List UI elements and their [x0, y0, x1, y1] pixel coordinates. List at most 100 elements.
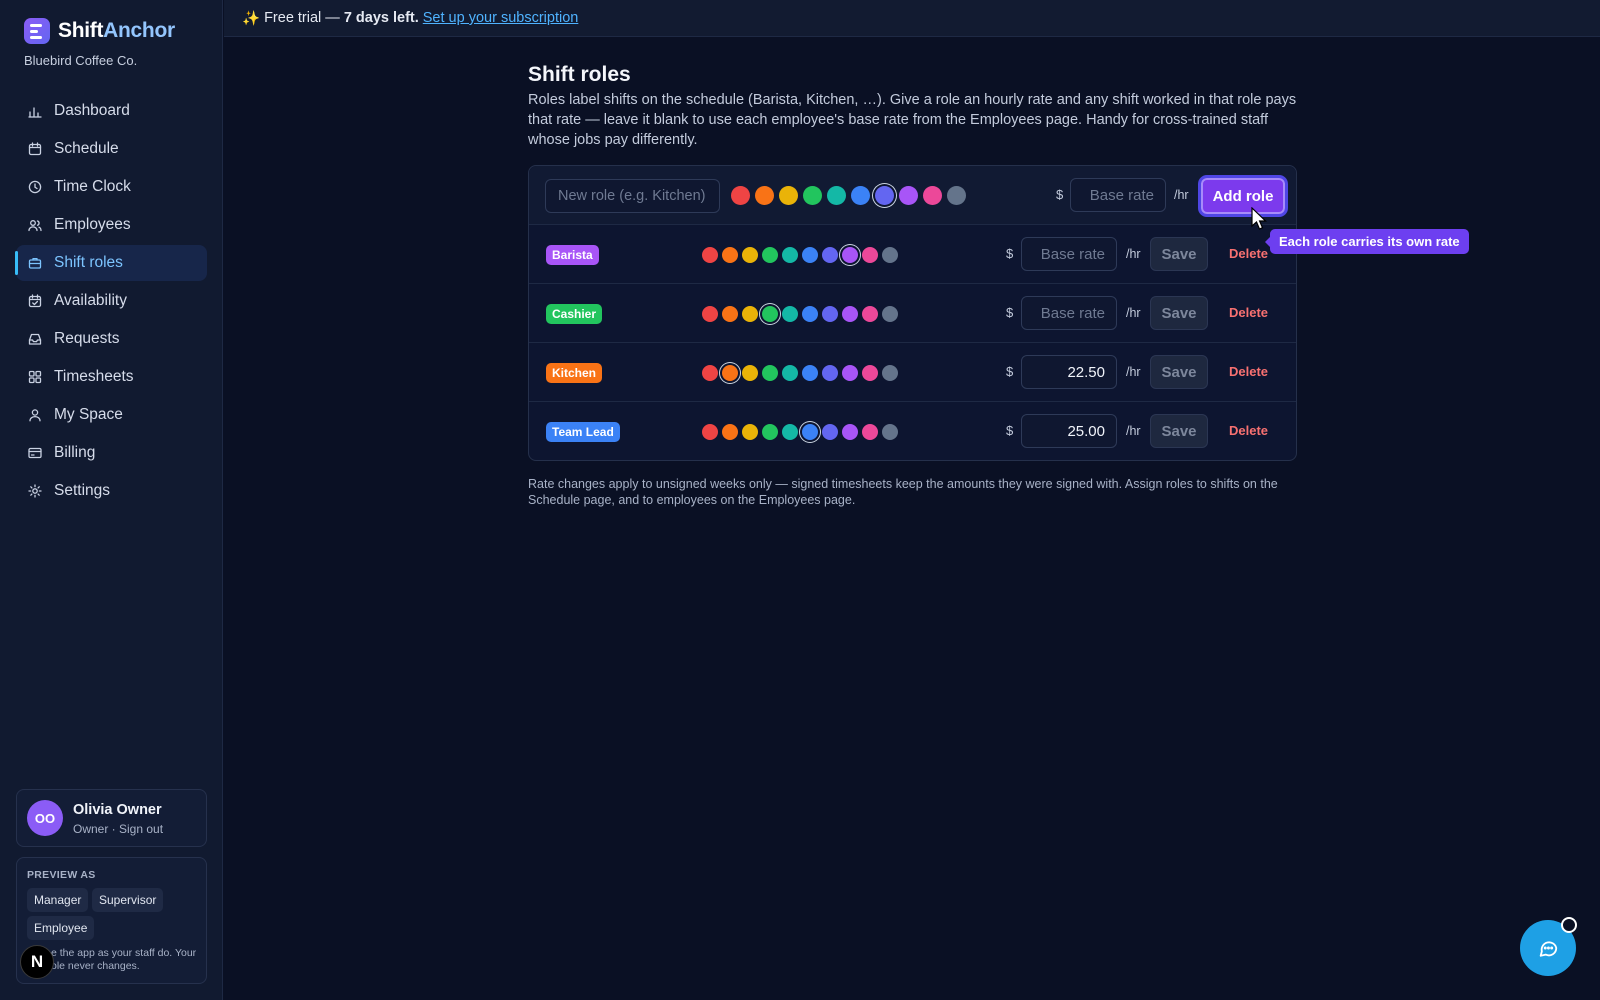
role-badge: Team Lead: [546, 422, 620, 442]
role-color-swatch[interactable]: [702, 424, 718, 440]
role-color-swatch[interactable]: [882, 365, 898, 381]
role-color-swatch[interactable]: [882, 424, 898, 440]
sidebar-item-timesheets[interactable]: Timesheets: [16, 359, 207, 395]
sidebar-item-label: Shift roles: [54, 254, 123, 271]
role-color-swatch[interactable]: [842, 306, 858, 322]
role-color-swatch[interactable]: [762, 365, 778, 381]
delete-role-button[interactable]: Delete: [1229, 305, 1268, 320]
new-role-color-swatch[interactable]: [803, 186, 822, 205]
role-color-swatch[interactable]: [762, 306, 778, 322]
role-color-swatch[interactable]: [802, 306, 818, 322]
new-role-color-swatch[interactable]: [947, 186, 966, 205]
sidebar-item-schedule[interactable]: Schedule: [16, 131, 207, 167]
role-badge: Kitchen: [546, 363, 603, 383]
role-color-swatch[interactable]: [822, 247, 838, 263]
role-color-swatch[interactable]: [862, 424, 878, 440]
sidebar-item-my-space[interactable]: My Space: [16, 397, 207, 433]
sidebar-item-employees[interactable]: Employees: [16, 207, 207, 243]
role-color-swatch[interactable]: [762, 424, 778, 440]
role-color-swatch[interactable]: [742, 306, 758, 322]
role-color-swatch[interactable]: [882, 306, 898, 322]
role-color-swatch[interactable]: [762, 247, 778, 263]
user-role-sign-out[interactable]: Owner · Sign out: [73, 822, 163, 836]
delete-role-button[interactable]: Delete: [1229, 246, 1268, 261]
role-color-swatch[interactable]: [802, 365, 818, 381]
save-role-button[interactable]: Save: [1150, 414, 1208, 448]
role-color-swatch[interactable]: [842, 247, 858, 263]
role-rate-input[interactable]: [1021, 414, 1117, 448]
role-rate-input[interactable]: [1021, 296, 1117, 330]
role-color-swatch[interactable]: [862, 247, 878, 263]
new-role-color-swatch[interactable]: [755, 186, 774, 205]
dev-tools-badge[interactable]: N: [20, 945, 54, 979]
new-role-color-swatch[interactable]: [731, 186, 750, 205]
role-color-swatch[interactable]: [842, 424, 858, 440]
role-rate-input[interactable]: [1021, 237, 1117, 271]
preview-chip-employee[interactable]: Employee: [27, 916, 95, 940]
role-rate-input[interactable]: [1021, 355, 1117, 389]
role-color-swatch[interactable]: [802, 247, 818, 263]
role-color-swatch[interactable]: [782, 247, 798, 263]
delete-role-button[interactable]: Delete: [1229, 423, 1268, 438]
sidebar-item-shift-roles[interactable]: Shift roles: [15, 245, 207, 281]
role-color-picker: [702, 306, 902, 322]
role-color-swatch[interactable]: [722, 247, 738, 263]
add-role-button[interactable]: Add role: [1198, 175, 1288, 217]
role-badge: Cashier: [546, 304, 603, 324]
new-role-color-swatch[interactable]: [779, 186, 798, 205]
role-color-swatch[interactable]: [802, 424, 818, 440]
sidebar-item-dashboard[interactable]: Dashboard: [16, 93, 207, 129]
role-color-swatch[interactable]: [742, 424, 758, 440]
new-role-color-picker: [731, 186, 971, 205]
role-color-swatch[interactable]: [722, 365, 738, 381]
role-color-swatch[interactable]: [882, 247, 898, 263]
role-color-swatch[interactable]: [782, 306, 798, 322]
new-role-color-swatch[interactable]: [875, 186, 894, 205]
role-color-swatch[interactable]: [822, 365, 838, 381]
role-color-swatch[interactable]: [822, 424, 838, 440]
currency-symbol: $: [1006, 423, 1014, 438]
sidebar-item-billing[interactable]: Billing: [16, 435, 207, 471]
role-color-swatch[interactable]: [862, 365, 878, 381]
subscription-link[interactable]: Set up your subscription: [423, 10, 579, 26]
new-role-color-swatch[interactable]: [827, 186, 846, 205]
role-color-swatch[interactable]: [742, 365, 758, 381]
sidebar-item-time-clock[interactable]: Time Clock: [16, 169, 207, 205]
preview-chip-manager[interactable]: Manager: [27, 888, 89, 912]
new-role-color-swatch[interactable]: [851, 186, 870, 205]
new-role-rate-input[interactable]: [1070, 178, 1166, 212]
preview-chip-supervisor[interactable]: Supervisor: [92, 888, 164, 912]
sidebar-item-requests[interactable]: Requests: [16, 321, 207, 357]
user-card[interactable]: OO Olivia Owner Owner · Sign out: [16, 789, 207, 847]
role-color-swatch[interactable]: [702, 306, 718, 322]
role-color-swatch[interactable]: [702, 247, 718, 263]
role-color-swatch[interactable]: [782, 365, 798, 381]
role-color-swatch[interactable]: [782, 424, 798, 440]
role-color-swatch[interactable]: [742, 247, 758, 263]
new-role-input[interactable]: [545, 179, 720, 213]
role-color-swatch[interactable]: [862, 306, 878, 322]
sidebar-item-label: Requests: [54, 330, 120, 347]
rate-unit: /hr: [1126, 424, 1141, 438]
role-color-picker: [702, 365, 902, 381]
role-color-swatch[interactable]: [722, 306, 738, 322]
new-role-color-swatch[interactable]: [899, 186, 918, 205]
save-role-button[interactable]: Save: [1150, 355, 1208, 389]
role-color-swatch[interactable]: [842, 365, 858, 381]
bar-chart-icon: [28, 104, 42, 118]
role-row-team-lead: Team Lead $ /hr Save Delete: [529, 401, 1296, 460]
sidebar-item-settings[interactable]: Settings: [16, 473, 207, 509]
sidebar-item-label: Settings: [54, 482, 111, 499]
role-color-swatch[interactable]: [722, 424, 738, 440]
save-role-button[interactable]: Save: [1150, 237, 1208, 271]
delete-role-button[interactable]: Delete: [1229, 364, 1268, 379]
currency-symbol: $: [1006, 246, 1014, 261]
role-color-swatch[interactable]: [822, 306, 838, 322]
save-role-button[interactable]: Save: [1150, 296, 1208, 330]
new-role-color-swatch[interactable]: [923, 186, 942, 205]
brand-name: ShiftAnchor: [58, 19, 175, 42]
sidebar-item-availability[interactable]: Availability: [16, 283, 207, 319]
role-color-swatch[interactable]: [702, 365, 718, 381]
rate-unit: /hr: [1174, 188, 1189, 202]
brand[interactable]: ShiftAnchor: [24, 18, 175, 44]
